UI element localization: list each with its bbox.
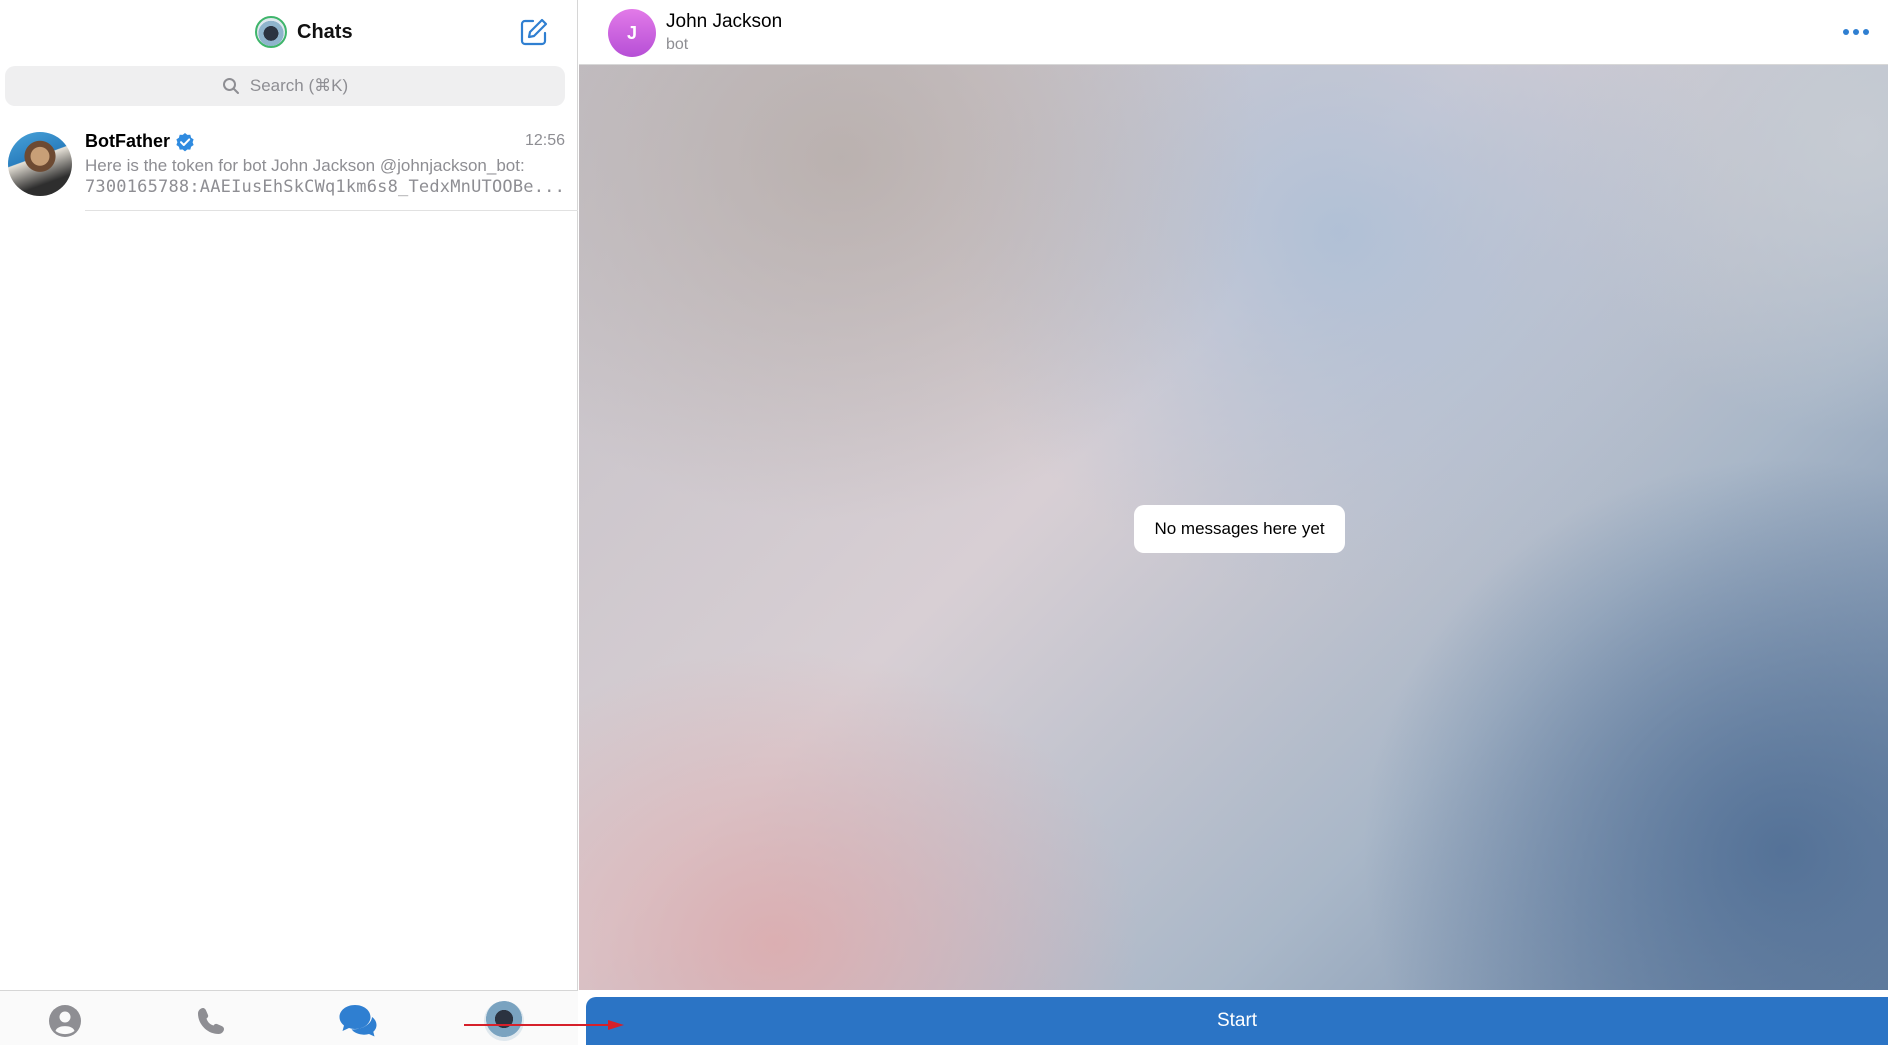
peer-avatar[interactable]: J [608,9,656,57]
more-options-button[interactable] [1838,18,1874,46]
search-icon [222,78,239,94]
contacts-icon [49,1005,81,1037]
botfather-avatar [8,132,72,196]
start-bar: Start [579,990,1888,1045]
chat-list-header: Chats [0,0,578,64]
tab-chats[interactable] [338,1001,378,1041]
more-dot-icon [1863,29,1869,35]
chat-name-row: BotFather [85,131,195,152]
tab-contacts[interactable] [45,1001,85,1041]
chat-separator [85,210,578,211]
telegram-window: Chats Search (⌘K) BotFather 12:56 Here i… [0,0,1888,1045]
bottom-tab-bar [0,990,578,1045]
chats-icon [339,1005,377,1037]
tab-calls[interactable] [191,1001,231,1041]
chat-list-title-group: Chats [255,16,353,48]
peer-name[interactable]: John Jackson [666,11,782,33]
chat-list-pane: Chats Search (⌘K) BotFather 12:56 Here i… [0,0,578,1045]
chat-preview-line-2: 7300165788:AAEIusEhSkCWq1km6s8_TedxMnUTO… [85,177,565,197]
conversation-header: J John Jackson bot [579,0,1888,65]
chat-list-item-botfather[interactable]: BotFather 12:56 Here is the token for bo… [0,118,578,212]
conversation-pane: J John Jackson bot No messages here yet … [579,0,1888,1045]
search-input[interactable]: Search (⌘K) [5,66,565,106]
start-button[interactable]: Start [586,997,1888,1045]
compose-icon [520,18,548,46]
chat-preview-line-1: Here is the token for bot John Jackson @… [85,156,525,175]
compose-button[interactable] [518,16,550,48]
chat-time: 12:56 [524,132,565,149]
chat-list-title: Chats [297,20,353,43]
chat-name: BotFather [85,131,170,151]
more-dot-icon [1853,29,1859,35]
more-dot-icon [1843,29,1849,35]
calls-icon [198,1008,224,1034]
verified-badge-icon [176,132,194,151]
peer-status: bot [666,36,689,53]
my-story-avatar[interactable] [255,16,287,48]
search-placeholder: Search (⌘K) [249,76,349,95]
empty-chat-notice: No messages here yet [1134,505,1345,553]
annotation-arrow-icon [464,1020,624,1030]
chat-wallpaper: No messages here yet [579,65,1888,990]
